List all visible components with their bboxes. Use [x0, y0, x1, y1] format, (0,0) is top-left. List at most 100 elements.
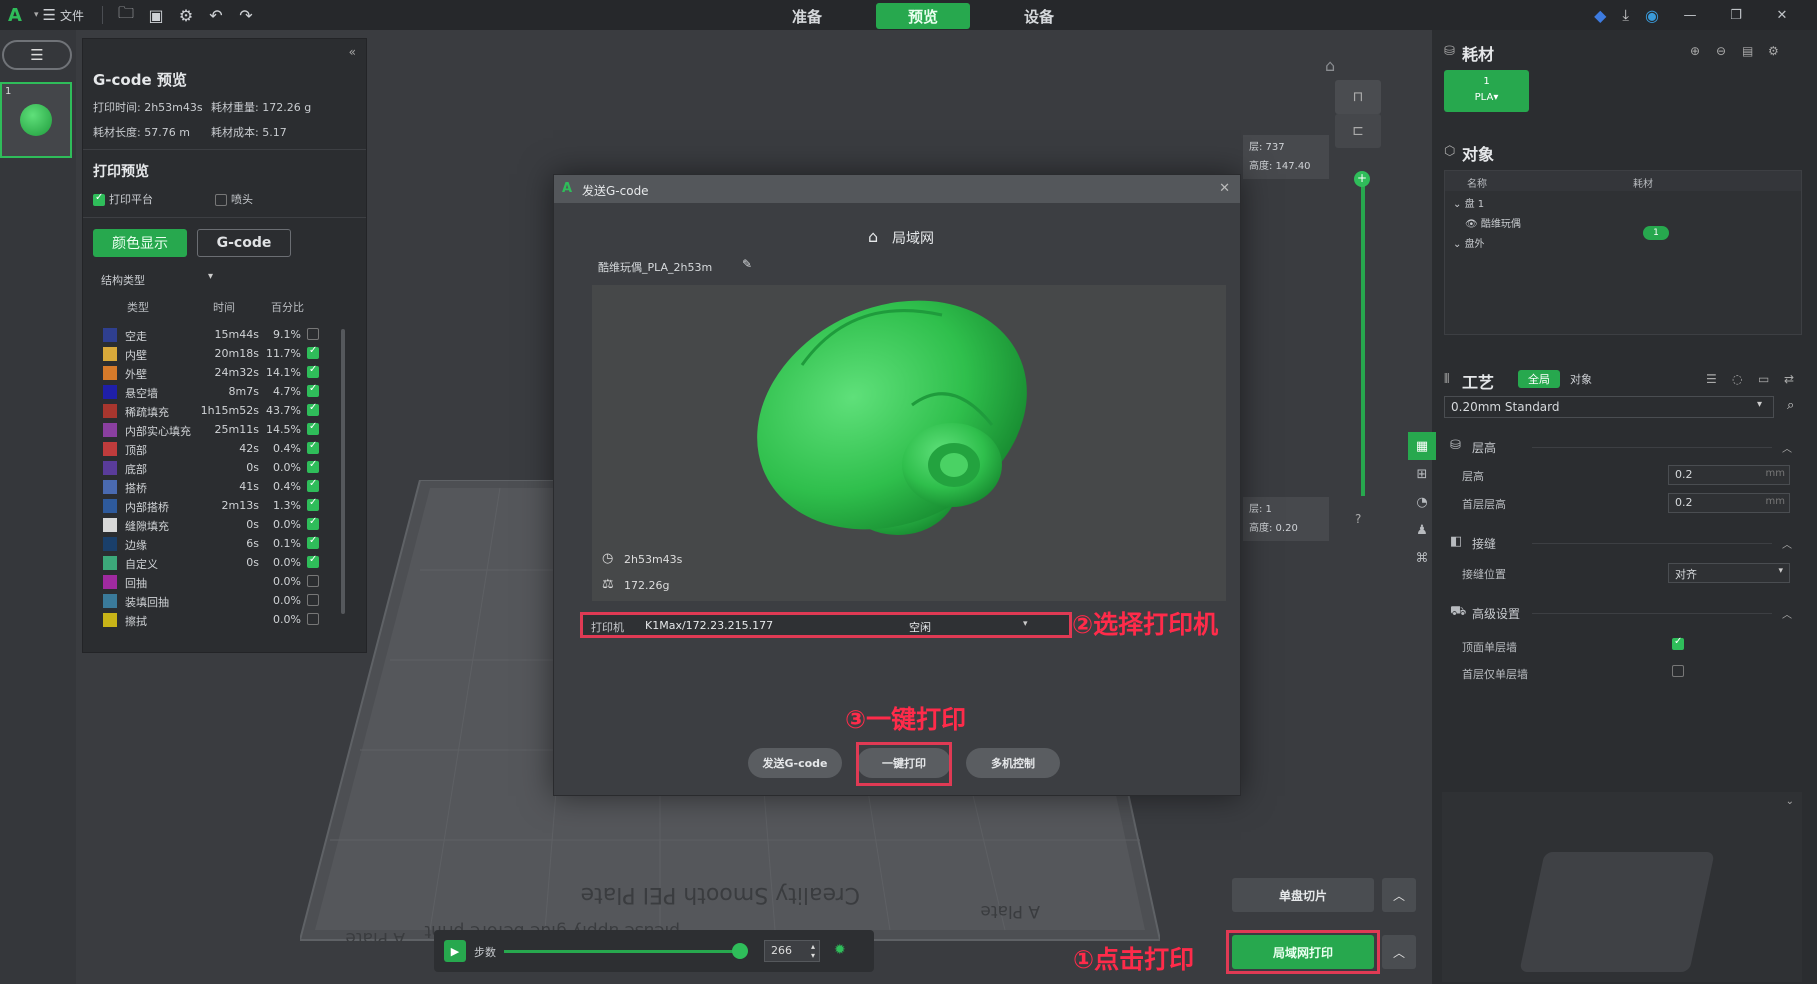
- tab-device[interactable]: 设备: [992, 3, 1086, 29]
- chevron-down-icon[interactable]: ▾: [1023, 619, 1028, 629]
- tree-row-plate[interactable]: ⌄ 盘 1: [1453, 195, 1484, 210]
- layer-slider-top-handle[interactable]: +: [1354, 171, 1370, 187]
- seam-position-select[interactable]: 对齐 ▾: [1668, 563, 1790, 583]
- printer-select[interactable]: 打印机 K1Max/172.23.215.177 空闲 ▾: [580, 612, 1072, 638]
- remove-icon[interactable]: ⊖: [1716, 44, 1726, 58]
- legend-visibility-checkbox[interactable]: [307, 421, 319, 435]
- front-view-icon[interactable]: ⊏: [1335, 114, 1381, 148]
- dialog-print-time: 2h53m43s: [624, 553, 683, 566]
- list-icon[interactable]: ☰: [1706, 372, 1717, 386]
- tree-row-outside[interactable]: ⌄ 盘外: [1453, 235, 1485, 250]
- step-value-input[interactable]: 266 ▴ ▾: [764, 940, 820, 962]
- legend-visibility-checkbox[interactable]: [307, 328, 319, 340]
- edit-icon[interactable]: ▤: [1742, 44, 1753, 58]
- show-nozzle-option[interactable]: 喷头: [215, 191, 253, 207]
- legend-visibility-checkbox[interactable]: [307, 364, 319, 378]
- show-platform-checkbox[interactable]: [93, 192, 105, 206]
- step-slider-handle[interactable]: [732, 943, 748, 959]
- sync-icon[interactable]: ⇄: [1784, 372, 1794, 386]
- top-one-wall-checkbox[interactable]: [1672, 636, 1684, 650]
- legend-visibility-checkbox[interactable]: [307, 497, 319, 511]
- gcode-button[interactable]: G-code: [197, 229, 291, 257]
- legend-visibility-checkbox[interactable]: [307, 613, 319, 625]
- legend-scrollbar[interactable]: [341, 329, 345, 614]
- speed-icon[interactable]: ◔: [1408, 488, 1436, 516]
- chevron-up-icon[interactable]: ︿: [1782, 536, 1792, 551]
- compare-icon[interactable]: ◌: [1732, 372, 1742, 386]
- undo-icon[interactable]: ↶: [201, 0, 231, 30]
- legend-visibility-checkbox[interactable]: [307, 535, 319, 549]
- legend-visibility-checkbox[interactable]: [307, 594, 319, 606]
- edit-icon[interactable]: ✎: [742, 257, 752, 271]
- chevron-up-icon[interactable]: ︿: [1382, 935, 1416, 969]
- chevron-up-icon[interactable]: ︿: [1782, 440, 1792, 455]
- legend-visibility-checkbox[interactable]: [307, 575, 319, 587]
- legend-visibility-checkbox[interactable]: [307, 383, 319, 397]
- process-view-icon[interactable]: ▦: [1408, 432, 1436, 460]
- restore-icon[interactable]: ❐: [1721, 8, 1751, 23]
- save-preset-icon[interactable]: ▭: [1758, 372, 1769, 386]
- object-filament-badge[interactable]: 1: [1643, 226, 1669, 240]
- legend-visibility-checkbox[interactable]: [307, 459, 319, 473]
- model-store-icon[interactable]: ◆: [1594, 6, 1606, 25]
- grid-icon[interactable]: ⊞: [1408, 460, 1436, 488]
- top-view-icon[interactable]: ⊓: [1335, 80, 1381, 114]
- tab-prepare[interactable]: 准备: [760, 3, 854, 29]
- eye-icon[interactable]: 👁: [1465, 219, 1478, 230]
- structure-type-select[interactable]: 结构类型: [101, 272, 221, 288]
- process-preset-select[interactable]: 0.20mm Standard: [1444, 396, 1774, 418]
- send-gcode-button[interactable]: 发送G-code: [748, 748, 842, 778]
- chevron-up-icon[interactable]: ︿: [1382, 878, 1416, 912]
- layer-slider-track[interactable]: [1361, 178, 1365, 496]
- redo-icon[interactable]: ↷: [231, 0, 261, 30]
- play-icon[interactable]: ▶: [444, 940, 466, 962]
- spin-arrows-icon[interactable]: ▴ ▾: [811, 942, 815, 960]
- settings-icon[interactable]: ⚙: [171, 0, 201, 30]
- save-icon[interactable]: ▣: [141, 0, 171, 30]
- legend-visibility-checkbox[interactable]: [307, 478, 319, 492]
- step-settings-icon[interactable]: ✹: [834, 942, 846, 958]
- filament-slot-chip[interactable]: 1 PLA▾: [1444, 70, 1529, 112]
- help-icon[interactable]: ?: [1355, 512, 1361, 526]
- tab-preview[interactable]: 预览: [876, 3, 970, 29]
- chevron-down-icon[interactable]: ▾: [1778, 566, 1783, 576]
- others-icon[interactable]: ⌘: [1408, 544, 1436, 572]
- file-menu[interactable]: ☰ 文件: [43, 6, 84, 24]
- close-icon[interactable]: ✕: [1767, 8, 1797, 23]
- home-view-icon[interactable]: ⌂: [1325, 56, 1335, 75]
- first-one-wall-checkbox[interactable]: [1672, 665, 1684, 677]
- single-plate-slice-button[interactable]: 单盘切片: [1232, 878, 1374, 912]
- open-folder-icon[interactable]: 🗀: [111, 0, 141, 30]
- layer-height-input[interactable]: 0.2 mm: [1668, 465, 1790, 485]
- legend-visibility-checkbox[interactable]: [307, 345, 319, 359]
- settings-icon[interactable]: ⚙: [1768, 44, 1779, 58]
- logo-dropdown-icon[interactable]: ▾: [34, 10, 39, 20]
- legend-visibility-checkbox[interactable]: [307, 554, 319, 568]
- minimize-icon[interactable]: —: [1675, 8, 1705, 23]
- tree-row-object[interactable]: 👁 酷维玩偶: [1465, 215, 1521, 230]
- process-tab-object[interactable]: 对象: [1560, 370, 1602, 388]
- legend-visibility-checkbox[interactable]: [307, 402, 319, 416]
- layers-icon[interactable]: ☰: [2, 40, 72, 70]
- multi-printer-control-button[interactable]: 多机控制: [966, 748, 1060, 778]
- close-icon[interactable]: ✕: [1219, 181, 1230, 196]
- step-slider-track[interactable]: [504, 950, 740, 953]
- chevron-down-icon[interactable]: ▾: [208, 271, 213, 282]
- download-icon[interactable]: ⤓: [1622, 6, 1629, 24]
- support-icon[interactable]: ♟: [1408, 516, 1436, 544]
- color-display-button[interactable]: 颜色显示: [93, 229, 187, 257]
- first-layer-height-input[interactable]: 0.2 mm: [1668, 493, 1790, 513]
- chevron-up-icon[interactable]: ︿: [1782, 606, 1792, 621]
- account-icon[interactable]: ◉: [1645, 6, 1659, 25]
- legend-visibility-checkbox[interactable]: [307, 440, 319, 454]
- show-nozzle-checkbox[interactable]: [215, 194, 227, 206]
- search-icon[interactable]: ⌕: [1787, 398, 1794, 413]
- plate-thumbnail[interactable]: 1: [0, 82, 72, 158]
- legend-visibility-checkbox[interactable]: [307, 516, 319, 530]
- process-tab-global[interactable]: 全局: [1518, 370, 1560, 388]
- show-platform-option[interactable]: 打印平台: [93, 191, 153, 207]
- chevron-down-icon[interactable]: ⌄: [1786, 796, 1794, 807]
- chevron-down-icon[interactable]: ▾: [1757, 399, 1762, 410]
- collapse-icon[interactable]: «: [349, 45, 356, 59]
- add-icon[interactable]: ⊕: [1690, 44, 1700, 58]
